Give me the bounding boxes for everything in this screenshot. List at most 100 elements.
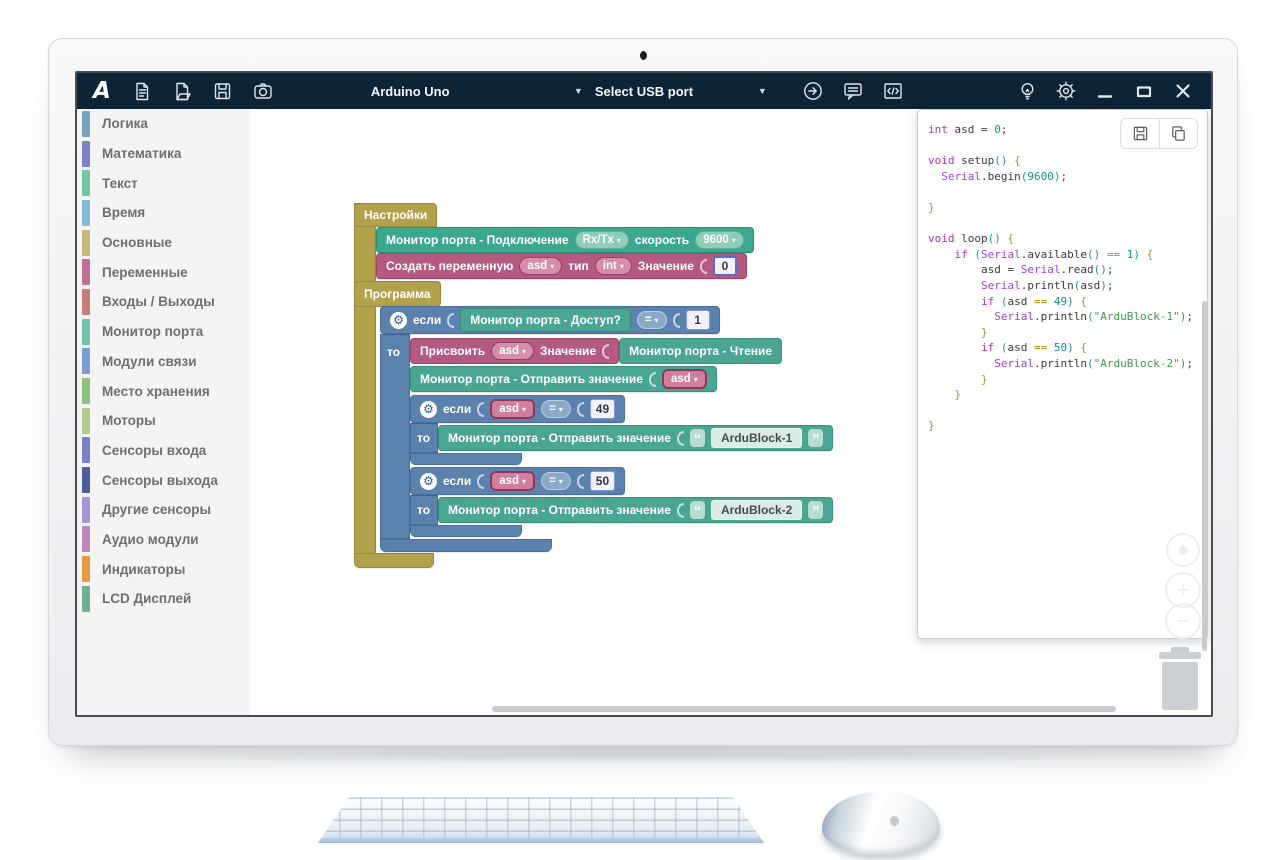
horizontal-scrollbar[interactable] xyxy=(492,706,1116,712)
vertical-scrollbar[interactable] xyxy=(1202,301,1207,651)
mutator-gear-icon[interactable]: ⚙ xyxy=(420,401,437,418)
program-frame-spine[interactable] xyxy=(354,203,376,561)
variable-pill[interactable]: asd ▾ xyxy=(490,471,535,491)
dropdown-comparator[interactable]: = ▾ xyxy=(541,400,571,418)
open-file-icon[interactable] xyxy=(171,79,195,103)
sidebar-item[interactable]: Математика xyxy=(77,139,250,169)
if-outer-foot[interactable] xyxy=(380,539,552,552)
dropdown-comparator[interactable]: = ▾ xyxy=(637,311,667,329)
block-serial-available[interactable]: Монитор порта - Доступ? xyxy=(460,308,631,332)
dropdown-var-type[interactable]: int ▾ xyxy=(595,257,632,275)
open-quote-icon: “ xyxy=(690,501,705,519)
screenshot-icon[interactable] xyxy=(251,79,275,103)
socket-notch xyxy=(477,402,484,417)
dropdown-var-name[interactable]: asd ▾ xyxy=(519,257,562,275)
if2-foot[interactable] xyxy=(410,525,522,537)
settings-gear-icon[interactable] xyxy=(1054,79,1078,103)
save-code-button[interactable] xyxy=(1121,119,1159,148)
dropdown-comparator[interactable]: = ▾ xyxy=(541,472,571,490)
if-outer-header[interactable]: ⚙ если Монитор порта - Доступ? = ▾ 1 xyxy=(380,306,720,334)
settings-label: Настройки xyxy=(364,208,427,222)
sidebar-item[interactable]: Входы / Выходы xyxy=(77,287,250,317)
dropdown-baud[interactable]: 9600 ▾ xyxy=(695,231,744,249)
string-value[interactable]: ArduBlock-2 xyxy=(711,500,802,520)
sidebar-item[interactable]: Время xyxy=(77,198,250,228)
port-selector[interactable]: Select USB port ▼ xyxy=(595,84,767,99)
close-quote-icon: ” xyxy=(808,429,823,447)
program-frame-foot[interactable] xyxy=(354,553,434,568)
sidebar-item[interactable]: Индикаторы xyxy=(77,554,250,584)
compare-socket[interactable]: 1 xyxy=(686,310,710,330)
block-serial-send-var[interactable]: Монитор порта - Отправить значение asd ▾ xyxy=(410,366,717,392)
sidebar-item[interactable]: Сенсоры входа xyxy=(77,436,250,466)
variable-pill[interactable]: asd ▾ xyxy=(662,369,707,389)
block-serial-send-str2[interactable]: Монитор порта - Отправить значение “ Ard… xyxy=(438,497,833,523)
sidebar-item[interactable]: Сенсоры выхода xyxy=(77,465,250,495)
board-selector-value: Arduino Uno xyxy=(371,84,450,99)
close-button[interactable] xyxy=(1171,79,1195,103)
code-text[interactable]: int asd = 0; void setup() { Serial.begin… xyxy=(918,110,1207,446)
dropdown-value: int xyxy=(603,260,617,272)
category-color-bar xyxy=(82,141,90,167)
sidebar-item[interactable]: Логика xyxy=(77,109,250,139)
sidebar-item[interactable]: Основные xyxy=(77,228,250,258)
sidebar-item[interactable]: LCD Дисплей xyxy=(77,584,250,614)
sidebar-item[interactable]: Место хранения xyxy=(77,376,250,406)
category-label: Моторы xyxy=(102,413,156,428)
sidebar-item[interactable]: Другие сенсоры xyxy=(77,495,250,525)
block-serial-read[interactable]: Монитор порта - Чтение xyxy=(619,338,782,364)
string-value[interactable]: ArduBlock-1 xyxy=(711,428,802,448)
workspace-canvas[interactable]: Настройки Программа Монитор порта - Подк… xyxy=(250,109,1213,717)
if1-foot[interactable] xyxy=(410,453,522,465)
hint-bulb-icon[interactable] xyxy=(1015,79,1039,103)
mutator-gear-icon[interactable]: ⚙ xyxy=(390,312,407,329)
trash-can[interactable] xyxy=(1154,647,1206,713)
settings-section-header[interactable]: Настройки xyxy=(354,203,437,227)
board-selector[interactable]: Arduino Uno ▼ xyxy=(371,84,583,99)
program-section-header[interactable]: Программа xyxy=(354,281,441,307)
if1-header[interactable]: ⚙ если asd ▾ = ▾ 49 xyxy=(410,395,625,423)
block-create-variable[interactable]: Создать переменную asd ▾ тип int ▾ Значе… xyxy=(376,253,747,279)
sidebar-item[interactable]: Текст xyxy=(77,168,250,198)
serial-monitor-icon[interactable] xyxy=(841,79,865,103)
zoom-reset-button[interactable] xyxy=(1166,533,1200,567)
block-label: Монитор порта - Чтение xyxy=(629,344,772,358)
mutator-gear-icon[interactable]: ⚙ xyxy=(420,473,437,490)
category-label: Сенсоры выхода xyxy=(102,473,218,488)
code-view-icon[interactable] xyxy=(881,79,905,103)
save-file-icon[interactable] xyxy=(211,79,235,103)
if2-header[interactable]: ⚙ если asd ▾ = ▾ 50 xyxy=(410,467,625,495)
sidebar-item[interactable]: Монитор порта xyxy=(77,317,250,347)
block-assign[interactable]: Присвоить asd ▾ Значение xyxy=(410,338,619,364)
compare-socket[interactable]: 50 xyxy=(590,471,615,491)
copy-code-button[interactable] xyxy=(1159,119,1197,148)
variable-pill[interactable]: asd ▾ xyxy=(490,399,535,419)
zoom-out-button[interactable]: − xyxy=(1165,603,1201,639)
value-socket[interactable]: 0 xyxy=(713,256,737,276)
category-label: Аудио модули xyxy=(102,532,199,547)
maximize-button[interactable] xyxy=(1132,79,1156,103)
socket-notch xyxy=(677,503,684,518)
upload-icon[interactable] xyxy=(801,79,825,103)
block-serial-send-str1[interactable]: Монитор порта - Отправить значение “ Ard… xyxy=(438,425,833,451)
dropdown-var-name[interactable]: asd ▾ xyxy=(491,342,534,360)
if-outer-spine[interactable] xyxy=(380,334,410,539)
dropdown-rxtx[interactable]: Rx/Tx ▾ xyxy=(575,231,629,249)
code-line: Serial.begin(9600); xyxy=(928,169,1197,185)
minimize-button[interactable] xyxy=(1093,79,1117,103)
socket-notch xyxy=(673,313,680,328)
sidebar-item[interactable]: Модули связи xyxy=(77,347,250,377)
block-serial-connect[interactable]: Монитор порта - Подключение Rx/Tx ▾ скор… xyxy=(376,227,754,253)
code-line xyxy=(928,184,1197,200)
new-file-icon[interactable] xyxy=(131,79,155,103)
then-label: то xyxy=(417,431,430,445)
code-line xyxy=(928,403,1197,419)
dropdown-value: asd xyxy=(527,260,547,272)
compare-socket[interactable]: 49 xyxy=(590,399,615,419)
value-label: Значение xyxy=(540,344,596,358)
sidebar-item[interactable]: Переменные xyxy=(77,257,250,287)
chevron-down-icon: ▾ xyxy=(559,477,563,486)
sidebar-item[interactable]: Аудио модули xyxy=(77,525,250,555)
dropdown-value: = xyxy=(549,475,556,487)
sidebar-item[interactable]: Моторы xyxy=(77,406,250,436)
